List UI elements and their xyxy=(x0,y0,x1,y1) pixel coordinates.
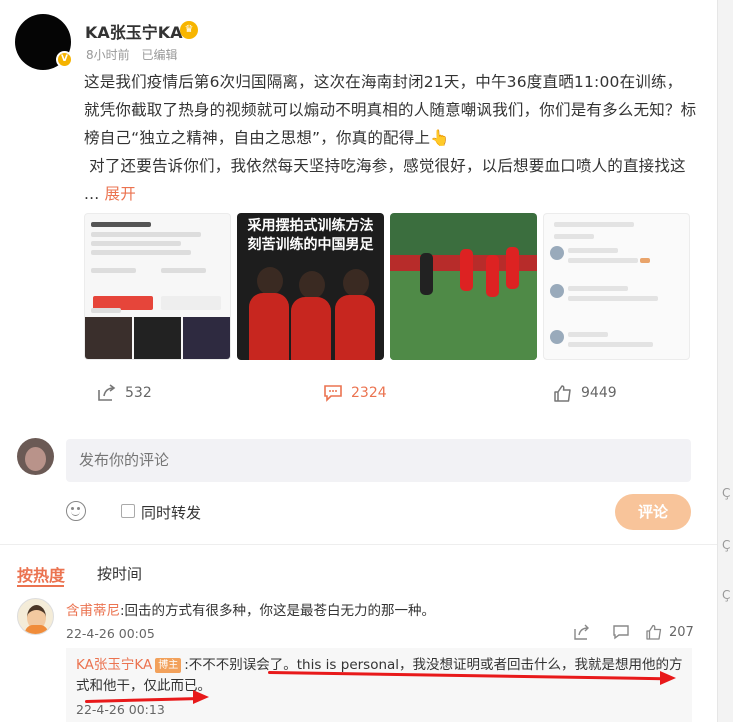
blogger-badge: 博主 xyxy=(155,658,182,673)
thumbnail-caption: 采用摆拍式训练方法 刻苦训练的中国男足 xyxy=(247,218,374,253)
annotation-arrowhead xyxy=(193,690,209,704)
crown-emoji-icon: ♛ xyxy=(180,21,198,39)
expand-link[interactable]: 展开 xyxy=(105,185,136,203)
post-paragraph: 对了还要告诉你们，我依然每天坚持吃海参，感觉很好，以后想要血口喷人的直接找这 xyxy=(84,152,698,180)
forward-count: 532 xyxy=(125,385,152,401)
reply-time: 22-4-26 00:13 xyxy=(76,702,165,717)
repost-checkbox[interactable] xyxy=(121,504,135,518)
repost-label[interactable]: 同时转发 xyxy=(141,502,201,523)
post-time[interactable]: 8小时前 xyxy=(86,48,130,62)
side-edge-glyph: Ç xyxy=(722,538,731,552)
like-icon xyxy=(554,385,571,402)
side-edge-glyph: Ç xyxy=(722,588,731,602)
post-author-name[interactable]: KA张玉宁KA xyxy=(85,19,183,43)
comment-like-count: 207 xyxy=(669,624,694,640)
post-expand-row: ... 展开 xyxy=(84,180,698,208)
comment-reply-button[interactable] xyxy=(612,624,630,640)
page-scrollbar[interactable] xyxy=(717,0,733,722)
post-image-2[interactable]: 采用摆拍式训练方法 刻苦训练的中国男足 xyxy=(237,213,384,360)
tab-sort-time[interactable]: 按时间 xyxy=(97,563,142,584)
emoji-icon[interactable] xyxy=(66,501,86,521)
active-tab-underline xyxy=(17,585,64,587)
section-divider xyxy=(0,544,717,545)
current-user-avatar[interactable] xyxy=(17,438,54,475)
annotation-arrowhead xyxy=(660,671,676,685)
comment-time: 22-4-26 00:05 xyxy=(66,626,155,641)
comment-text: 含甫蒂尼:回击的方式有很多种，你这是最苍白无力的那一种。 xyxy=(66,599,435,619)
post-paragraph-text: 对了还要告诉你们，我依然每天坚持吃海参，感觉很好，以后想要血口喷人的直接找这 xyxy=(89,157,686,175)
reply-author-name[interactable]: KA张玉宁KA xyxy=(76,657,152,673)
post-meta: 8小时前 已编辑 xyxy=(86,46,177,63)
post-image-4[interactable] xyxy=(543,213,690,360)
forward-button[interactable]: 532 xyxy=(97,384,152,402)
reply-icon xyxy=(613,625,629,640)
post-image-3[interactable] xyxy=(390,213,537,360)
comment-like-button[interactable]: 207 xyxy=(645,624,694,640)
ellipsis: ... xyxy=(84,185,100,203)
like-icon xyxy=(646,624,662,640)
post-edited-label: 已编辑 xyxy=(141,48,178,62)
comment-share-button[interactable] xyxy=(573,624,591,640)
tab-sort-hot[interactable]: 按热度 xyxy=(17,562,65,586)
side-edge-glyph: Ç xyxy=(722,486,731,500)
post-paragraph: 这是我们疫情后第6次归国隔离，这次在海南封闭21天，中午36度直晒11:00在训… xyxy=(84,73,697,147)
like-count: 9449 xyxy=(581,385,617,401)
comment-icon xyxy=(324,385,342,402)
forward-icon xyxy=(98,384,116,401)
share-icon xyxy=(574,624,589,640)
commenter-avatar[interactable] xyxy=(17,598,54,635)
comment-body: :回击的方式有很多种，你这是最苍白无力的那一种。 xyxy=(120,603,436,619)
comment-button[interactable]: 2324 xyxy=(323,384,387,402)
comment-count: 2324 xyxy=(351,385,387,401)
post-body: 这是我们疫情后第6次归国隔离，这次在海南封闭21天，中午36度直晒11:00在训… xyxy=(84,68,698,208)
verified-badge-icon: V xyxy=(56,51,73,68)
submit-comment-button[interactable]: 评论 xyxy=(615,494,691,530)
like-button[interactable]: 9449 xyxy=(553,384,617,402)
comment-input[interactable] xyxy=(66,439,691,482)
reply-thread: KA张玉宁KA 博主:不不不别误会了。this is personal，我没想证明… xyxy=(66,648,692,722)
commenter-name[interactable]: 含甫蒂尼 xyxy=(66,603,120,619)
post-image-1[interactable] xyxy=(84,213,231,360)
